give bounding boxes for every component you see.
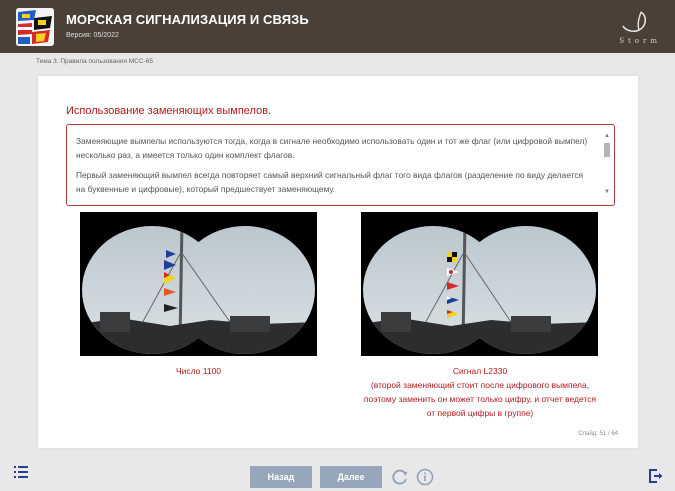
logo-flags-icon [16,8,54,46]
breadcrumb: Тема 3. Правила пользования МСС-65 [36,58,153,65]
caption-right-title: Сигнал L2330 [452,366,508,376]
back-button[interactable]: Назад [250,466,312,488]
scroll-down-arrow-icon[interactable]: ▼ [604,189,610,195]
caption-right-line-2: поэтому заменить он может только цифру, … [363,394,597,404]
content-card: Использование заменяющих вымпелов. Замен… [38,76,638,448]
app-version: Версия: 05/2022 [66,32,119,39]
app-title: МОРСКАЯ СИГНАЛИЗАЦИЯ И СВЯЗЬ [66,12,309,27]
next-button[interactable]: Далее [320,466,382,488]
paragraph-1: Заменяющие вымпелы используются тогда, к… [76,136,588,160]
app-header: МОРСКАЯ СИГНАЛИЗАЦИЯ И СВЯЗЬ Версия: 05/… [0,0,675,53]
paragraph-2: Первый заменяющий вымпел всегда повторяе… [76,170,584,194]
info-icon[interactable] [416,468,434,486]
caption-left: Число 1100 [175,366,222,376]
section-title: Использование заменяющих вымпелов. [66,105,272,117]
exit-icon[interactable] [649,469,663,483]
slide-counter: Слайд: 51 / 64 [578,431,618,437]
caption-right-line-1: (второй заменяющий стоит после цифрового… [370,380,590,390]
caption-right-line-3: от первой цифры в группе) [426,408,534,418]
scrollable-text-box[interactable]: Заменяющие вымпелы используются тогда, к… [66,124,615,206]
brand-name: Storm [619,37,661,45]
reload-icon[interactable] [391,468,409,486]
scrollbar[interactable]: ▲ ▼ [603,131,611,197]
binocular-image-signal-l2330 [361,212,598,356]
scroll-up-arrow-icon[interactable]: ▲ [604,133,610,139]
list-menu-icon[interactable] [14,466,28,478]
binocular-image-number-1100 [80,212,317,356]
caption-right: Сигнал L2330 (второй заменяющий стоит по… [336,364,624,420]
scroll-thumb[interactable] [604,143,610,157]
